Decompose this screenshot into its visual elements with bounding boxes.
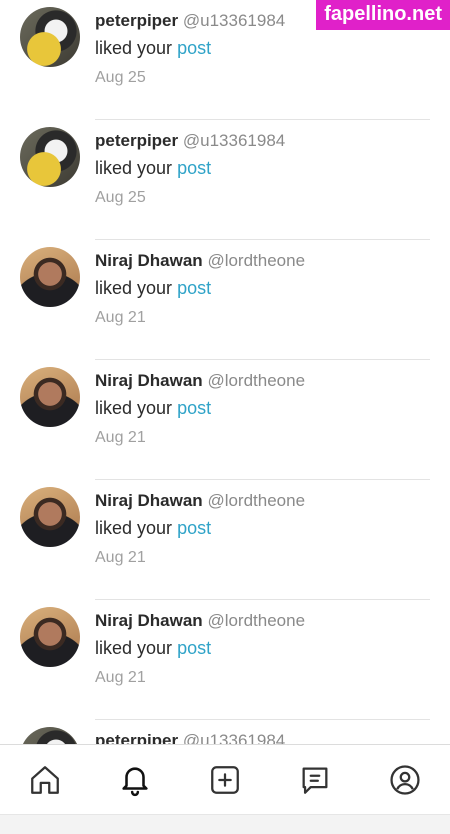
notification-date: Aug 25 [95,69,146,86]
notification-date: Aug 21 [95,429,146,446]
user-avatar[interactable] [20,247,80,307]
bottom-navigation [0,744,450,814]
user-name[interactable]: peterpiper [95,131,178,150]
action-text: liked your [95,158,173,178]
bell-icon [122,766,148,796]
user-name[interactable]: Niraj Dhawan [95,491,203,510]
nav-create-button[interactable] [203,758,247,802]
system-navigation-bar [0,814,450,834]
action-text: liked your [95,638,173,658]
notification-date: Aug 21 [95,549,146,566]
watermark: fapellino.net [316,0,450,30]
action-text: liked your [95,518,173,538]
user-handle: @lordtheone [207,371,306,390]
user-name[interactable]: peterpiper [95,731,178,744]
notification-item[interactable]: peterpiper @u13361984 [0,720,450,744]
notification-date: Aug 25 [95,189,146,206]
user-handle: @u13361984 [182,731,286,744]
notification-item[interactable]: Niraj Dhawan @lordtheone liked your post… [0,240,450,360]
nav-notifications-button[interactable] [113,758,157,802]
user-handle: @u13361984 [182,131,286,150]
user-name[interactable]: Niraj Dhawan [95,371,203,390]
post-link[interactable]: post [177,398,211,418]
user-avatar[interactable] [20,367,80,427]
action-text: liked your [95,38,173,58]
post-link[interactable]: post [177,638,211,658]
post-link[interactable]: post [177,158,211,178]
action-text: liked your [95,278,173,298]
user-avatar[interactable] [20,607,80,667]
user-handle: @lordtheone [207,611,306,630]
user-avatar[interactable] [20,127,80,187]
user-handle: @lordtheone [207,491,306,510]
post-link[interactable]: post [177,278,211,298]
message-icon [302,767,328,794]
profile-icon [390,764,420,795]
post-link[interactable]: post [177,518,211,538]
notifications-feed: peterpiper @u13361984 liked your post Au… [0,0,450,744]
notification-item[interactable]: Niraj Dhawan @lordtheone liked your post… [0,600,450,720]
nav-profile-button[interactable] [383,758,427,802]
nav-home-button[interactable] [23,758,67,802]
post-link[interactable]: post [177,38,211,58]
user-name[interactable]: peterpiper [95,11,178,30]
nav-messages-button[interactable] [293,758,337,802]
user-avatar[interactable] [20,487,80,547]
notification-item[interactable]: peterpiper @u13361984 liked your post Au… [0,120,450,240]
user-name[interactable]: Niraj Dhawan [95,251,203,270]
notification-date: Aug 21 [95,309,146,326]
notification-date: Aug 21 [95,669,146,686]
user-name[interactable]: Niraj Dhawan [95,611,203,630]
user-avatar[interactable] [20,727,80,744]
user-handle: @lordtheone [207,251,306,270]
plus-square-icon [211,765,239,794]
notification-item[interactable]: Niraj Dhawan @lordtheone liked your post… [0,480,450,600]
user-handle: @u13361984 [182,11,286,30]
user-avatar[interactable] [20,7,80,67]
action-text: liked your [95,398,173,418]
home-icon [31,765,59,794]
notification-item[interactable]: Niraj Dhawan @lordtheone liked your post… [0,360,450,480]
